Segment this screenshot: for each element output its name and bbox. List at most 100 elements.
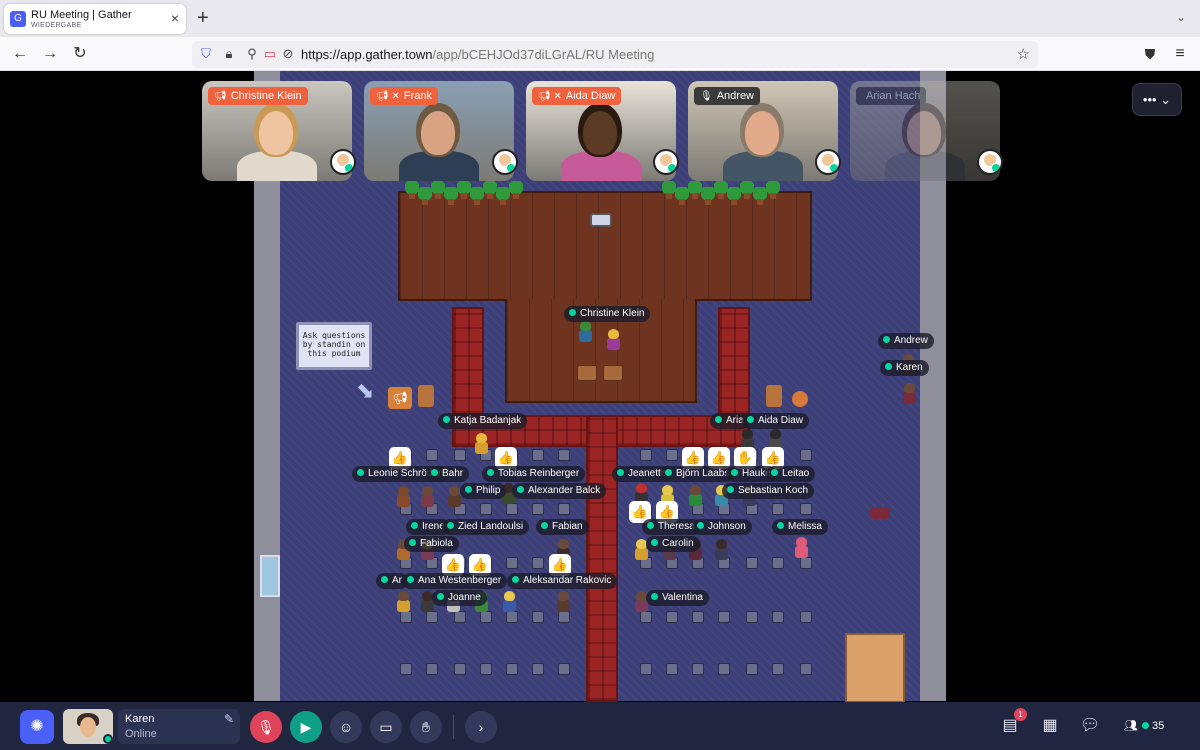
avatar-name-tag[interactable]: Zied Landoulsi — [442, 519, 530, 535]
menu-icon[interactable]: ≡ — [1170, 45, 1190, 65]
video-tile[interactable]: 📢︎ Christine Klein — [202, 81, 352, 181]
calendar-icon[interactable]: ▦ — [1038, 714, 1062, 738]
avatar-name-tag[interactable]: Aleksandar Rakovic — [507, 573, 618, 589]
video-person-face — [583, 111, 617, 155]
online-dot — [697, 522, 704, 529]
bookmark-star-icon[interactable]: ☆ — [1017, 45, 1030, 63]
pocket-icon[interactable]: ⛊ — [1140, 45, 1160, 65]
url-bar[interactable]: ⛉ 🔒︎ ⚲ ▭ ⊘ https://app.gather.town/app/b… — [192, 41, 1038, 68]
online-dot — [569, 309, 576, 316]
avatar-name-tag[interactable]: Tobias Reinberger — [482, 466, 586, 482]
online-dot — [357, 469, 364, 476]
podium-stand-right — [766, 385, 782, 407]
chair-icon — [454, 449, 466, 461]
podium-sign[interactable]: Ask questions by standin on this podium — [296, 322, 372, 370]
chair-icon — [426, 449, 438, 461]
avatar-name-tag[interactable]: Andrew — [878, 333, 934, 349]
lectern-left — [577, 365, 597, 381]
online-dot — [771, 469, 778, 476]
camera-button[interactable]: ▶ — [290, 711, 322, 743]
more-options-button[interactable]: ••• ⌄ — [1132, 83, 1182, 116]
edit-pencil-icon[interactable]: ✎ — [224, 712, 234, 726]
megaphone-muted-icon: 📢︎ ✕ — [538, 91, 562, 102]
plant-icon — [405, 181, 419, 199]
avatar-name-tag[interactable]: Joanne — [432, 590, 487, 606]
avatar-name-tag[interactable]: Alexander Balck — [512, 483, 607, 499]
avatar-sprite[interactable] — [396, 591, 410, 613]
online-dot — [651, 593, 658, 600]
avatar-name-tag[interactable]: Aida Diaw — [742, 413, 810, 429]
raise-hand-button[interactable]: ✋︎ — [410, 711, 442, 743]
avatar-name-tag[interactable]: Ana Westenberger — [402, 573, 508, 589]
avatar-name-tag[interactable]: Philip — [460, 483, 507, 499]
avatar-sprite[interactable] — [556, 591, 570, 613]
screen-share-button[interactable]: ▭ — [370, 711, 402, 743]
avatar-name-tag[interactable]: Melissa — [772, 519, 828, 535]
gather-map-view[interactable]: Ask questions by standin on this podium … — [0, 71, 1200, 702]
avatar-sprite[interactable] — [578, 321, 592, 343]
participants-button[interactable]: 👥︎ 35 — [1124, 717, 1164, 735]
avatar-name-tag[interactable]: Fabiola — [404, 536, 459, 552]
camera-sharing-icon[interactable]: ▭ — [262, 46, 278, 62]
avatar-sprite[interactable] — [714, 539, 728, 561]
avatar-name-tag[interactable]: Karen — [880, 360, 929, 376]
avatar-sprite[interactable] — [447, 486, 461, 508]
chair-icon — [558, 663, 570, 675]
avatar-sprite[interactable] — [474, 433, 488, 455]
plant-icon — [483, 181, 497, 199]
mic-muted-button[interactable]: 🎙︎ — [250, 711, 282, 743]
online-dot — [443, 416, 450, 423]
list-tabs-icon[interactable]: ⌄ — [1176, 10, 1186, 24]
avatar-name-tag[interactable]: Katja Badanjak — [438, 413, 528, 429]
url-text[interactable]: https://app.gather.town/app/bCEHJOd37diL… — [301, 47, 654, 62]
avatar-sprite[interactable] — [396, 486, 410, 508]
avatar-name-tag[interactable]: Johnson — [692, 519, 752, 535]
chair-icon — [772, 663, 784, 675]
video-person-face — [745, 111, 779, 155]
avatar-name-tag[interactable]: Fabian — [536, 519, 589, 535]
avatar-sprite[interactable] — [688, 485, 702, 507]
avatar-name-tag[interactable]: Sebastian Koch — [722, 483, 815, 499]
avatar-name-tag[interactable]: Leitao — [766, 466, 816, 482]
autoplay-blocked-icon[interactable]: ⊘ — [280, 46, 296, 62]
permissions-icon[interactable]: ⚲ — [244, 46, 260, 62]
avatar-name-tag[interactable]: Björn Laabs — [660, 466, 736, 482]
avatar-sprite[interactable] — [606, 329, 620, 351]
back-icon[interactable]: ← — [10, 45, 30, 65]
bike-object — [870, 507, 890, 519]
plant-icon — [470, 187, 484, 205]
shield-icon[interactable]: ⛉ — [198, 46, 214, 62]
gather-logo-icon[interactable]: ✺ — [20, 710, 54, 744]
online-dot — [381, 576, 388, 583]
video-name-label: 📢︎ ✕ Frank — [370, 87, 438, 105]
avatar-name-tag[interactable]: Bahr — [426, 466, 470, 482]
profile-box[interactable]: Karen Online ✎ — [118, 709, 240, 744]
avatar-name-tag[interactable]: Christine Klein — [564, 306, 651, 322]
avatar-name-tag[interactable]: Carolin — [646, 536, 700, 552]
avatar-sprite[interactable] — [420, 486, 434, 508]
plant-icon — [509, 181, 523, 199]
online-dot — [727, 486, 734, 493]
emoji-button[interactable]: ☺ — [330, 711, 362, 743]
chair-icon — [718, 663, 730, 675]
avatar-sprite[interactable] — [902, 383, 916, 405]
chair-icon — [772, 557, 784, 569]
browser-tab[interactable]: G RU Meeting | Gather WIEDERGABE × — [4, 4, 186, 34]
chat-icon[interactable]: 💬︎ — [1078, 714, 1102, 738]
chair-icon — [532, 557, 544, 569]
avatar-sprite[interactable] — [794, 537, 808, 559]
forward-icon[interactable]: → — [40, 45, 60, 65]
avatar-sprite[interactable] — [502, 591, 516, 613]
lock-icon[interactable]: 🔒︎ — [221, 46, 237, 62]
food-table[interactable] — [845, 633, 905, 702]
new-tab-button[interactable]: + — [197, 8, 209, 28]
reload-icon[interactable]: ↻ — [70, 45, 90, 65]
avatar-name-tag[interactable]: Valentina — [646, 590, 709, 606]
video-person-face — [259, 111, 293, 155]
video-tile[interactable]: 📢︎ ✕ Frank — [364, 81, 514, 181]
close-tab-icon[interactable]: × — [171, 10, 179, 26]
plant-icon — [418, 187, 432, 205]
profile-name: Karen — [125, 713, 155, 725]
megaphone-podium-icon[interactable]: 📢︎ — [388, 387, 412, 409]
expand-arrow-button[interactable]: › — [465, 711, 497, 743]
